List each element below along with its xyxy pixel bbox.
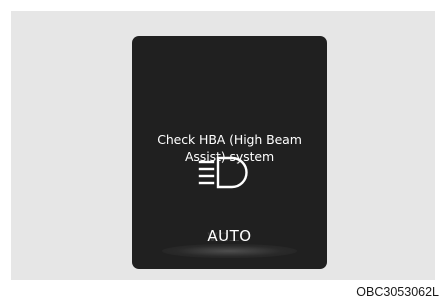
mode-label-reflection: AUTO <box>207 229 252 244</box>
warning-message-line-1: Check HBA (High Beam <box>157 132 302 147</box>
reflection-glow <box>162 244 297 258</box>
cluster-display: Check HBA (High Beam Assist) system AUTO… <box>132 36 327 269</box>
high-beam-icon <box>198 154 258 190</box>
figure-code: OBC3053062L <box>356 285 439 299</box>
